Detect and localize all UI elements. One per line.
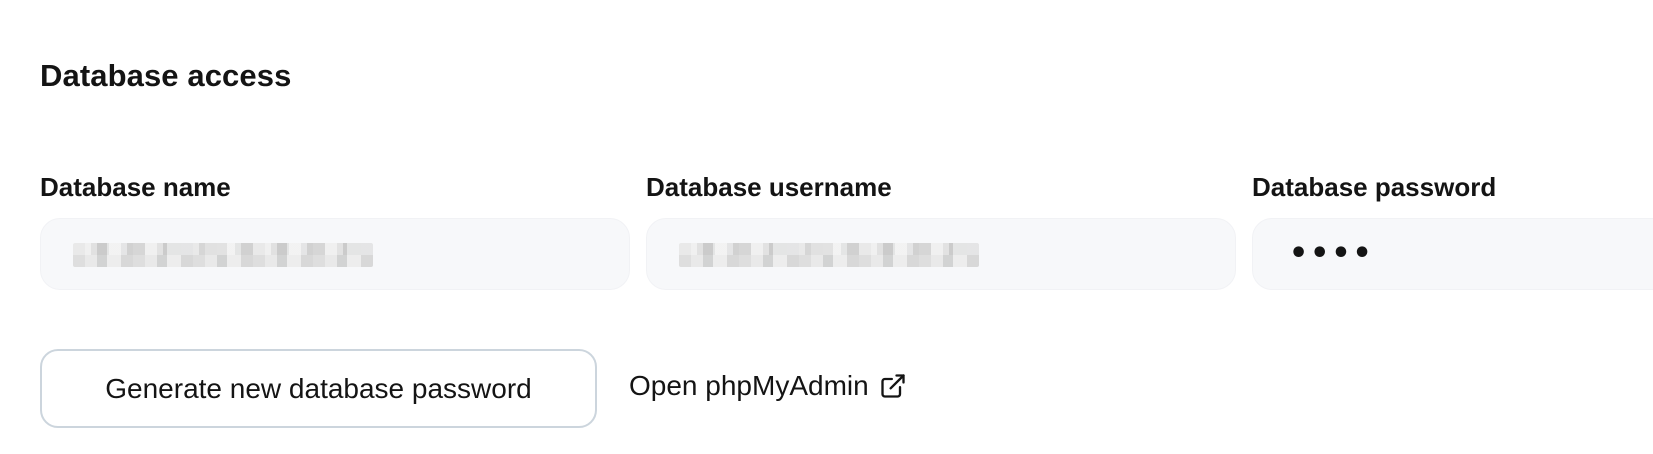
database-username-field: Database username [646,172,1236,290]
database-access-page: Database access Database name Database u… [0,0,1653,454]
database-username-input[interactable] [646,218,1236,290]
open-phpmyadmin-link[interactable]: Open phpMyAdmin [629,370,907,402]
database-name-field: Database name [40,172,630,290]
database-name-redacted-value [73,243,373,267]
database-password-label: Database password [1252,172,1497,202]
generate-password-button[interactable]: Generate new database password [40,349,597,428]
database-username-label: Database username [646,172,892,202]
open-phpmyadmin-label: Open phpMyAdmin [629,370,869,401]
database-password-input[interactable]: •••• [1252,218,1653,290]
database-name-input[interactable] [40,218,630,290]
database-username-redacted-value [679,243,979,267]
database-name-label: Database name [40,172,231,202]
database-password-masked-value: •••• [1289,236,1374,271]
section-title: Database access [40,58,292,93]
external-link-icon [879,372,907,400]
database-password-field: Database password •••• [1252,172,1653,290]
